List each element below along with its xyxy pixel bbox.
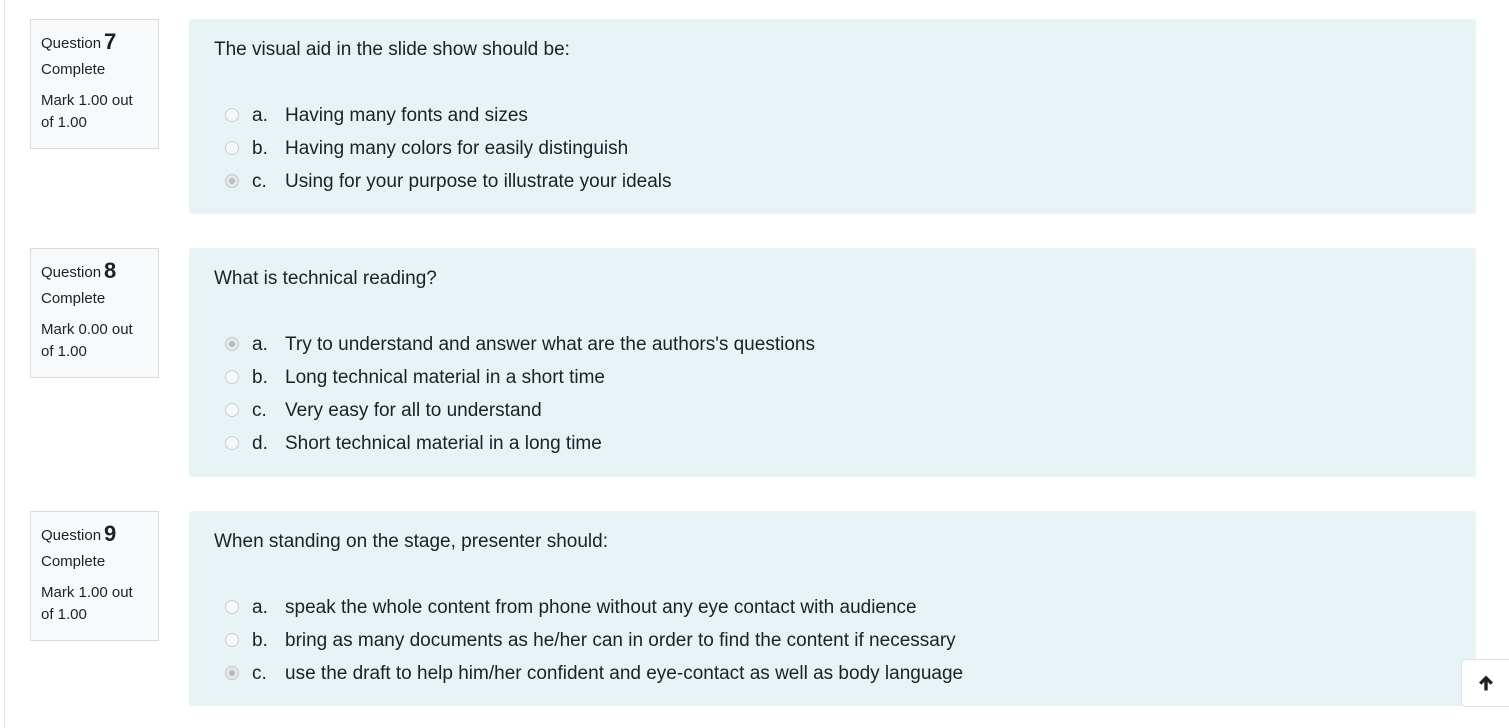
answer-letter: b.	[252, 630, 268, 651]
radio-button[interactable]	[225, 370, 239, 384]
answer-option[interactable]: d. Short technical material in a long ti…	[214, 427, 1451, 460]
answer-text: Using for your purpose to illustrate you…	[285, 171, 672, 192]
radio-button[interactable]	[225, 108, 239, 122]
question-state: Complete	[41, 290, 106, 307]
answer-option[interactable]: c. use the draft to help him/her confide…	[214, 657, 1451, 690]
answer-option[interactable]: b. Long technical material in a short ti…	[214, 361, 1451, 394]
question-number-value: 7	[104, 29, 117, 54]
answer-letter: c.	[252, 171, 267, 192]
question-number: Question 7	[41, 28, 148, 56]
question-grade: Mark 1.00 out of 1.00	[41, 584, 133, 623]
question-number-value: 8	[104, 258, 117, 283]
question-label: Question	[41, 264, 102, 281]
answer-letter: a.	[252, 105, 268, 126]
answer-text: Very easy for all to understand	[285, 400, 542, 421]
page-divider	[4, 0, 5, 728]
answer-letter: d.	[252, 433, 268, 454]
radio-button[interactable]	[225, 600, 239, 614]
question-content: When standing on the stage, presenter sh…	[189, 511, 1476, 706]
answer-letter: a.	[252, 597, 268, 618]
question-text: What is technical reading?	[214, 268, 437, 289]
radio-button[interactable]	[225, 633, 239, 647]
answer-text: Try to understand and answer what are th…	[285, 334, 815, 355]
answer-option[interactable]: b. bring as many documents as he/her can…	[214, 624, 1451, 657]
radio-button[interactable]	[225, 436, 239, 450]
question-state: Complete	[41, 553, 106, 570]
answer-option[interactable]: a. Try to understand and answer what are…	[214, 328, 1451, 361]
question-grade: Mark 0.00 out of 1.00	[41, 321, 133, 360]
radio-button[interactable]	[225, 141, 239, 155]
question-number: Question 9	[41, 520, 148, 548]
radio-button-selected[interactable]	[225, 337, 239, 351]
answer-text: Having many colors for easily distinguis…	[285, 138, 629, 159]
answer-option[interactable]: b. Having many colors for easily disting…	[214, 132, 1451, 165]
question-content: What is technical reading? a. Try to und…	[189, 248, 1476, 477]
question-content: The visual aid in the slide show should …	[189, 19, 1476, 214]
answer-letter: b.	[252, 138, 268, 159]
answer-option[interactable]: c. Using for your purpose to illustrate …	[214, 165, 1451, 198]
quiz-review-page: Question 7 Complete Mark 1.00 out of 1.00…	[0, 0, 1509, 728]
arrow-up-icon	[1477, 674, 1495, 692]
question-number-value: 9	[104, 521, 117, 546]
answer-option[interactable]: a. Having many fonts and sizes	[214, 99, 1451, 132]
question-info: Question 7 Complete Mark 1.00 out of 1.00	[30, 19, 159, 149]
question-state: Complete	[41, 61, 106, 78]
answer-list: a. Having many fonts and sizes b. Having…	[214, 99, 1451, 198]
answer-list: a. Try to understand and answer what are…	[214, 328, 1451, 460]
question-number: Question 8	[41, 257, 148, 285]
back-to-top-button[interactable]	[1461, 659, 1509, 707]
answer-letter: c.	[252, 400, 267, 421]
question-info: Question 9 Complete Mark 1.00 out of 1.00	[30, 511, 159, 641]
answer-list: a. speak the whole content from phone wi…	[214, 591, 1451, 690]
answer-option[interactable]: a. speak the whole content from phone wi…	[214, 591, 1451, 624]
answer-letter: c.	[252, 663, 267, 684]
answer-text: use the draft to help him/her confident …	[285, 663, 964, 684]
radio-button[interactable]	[225, 403, 239, 417]
question-label: Question	[41, 527, 102, 544]
answer-letter: b.	[252, 367, 268, 388]
question-label: Question	[41, 35, 102, 52]
answer-text: speak the whole content from phone witho…	[285, 597, 917, 618]
question-text: When standing on the stage, presenter sh…	[214, 531, 608, 552]
answer-text: bring as many documents as he/her can in…	[285, 630, 956, 651]
answer-letter: a.	[252, 334, 268, 355]
answer-text: Having many fonts and sizes	[285, 105, 528, 126]
radio-button-selected[interactable]	[225, 666, 239, 680]
answer-option[interactable]: c. Very easy for all to understand	[214, 394, 1451, 427]
question-text: The visual aid in the slide show should …	[214, 39, 570, 60]
answer-text: Long technical material in a short time	[285, 367, 605, 388]
question-info: Question 8 Complete Mark 0.00 out of 1.00	[30, 248, 159, 378]
question-grade: Mark 1.00 out of 1.00	[41, 92, 133, 131]
answer-text: Short technical material in a long time	[285, 433, 602, 454]
radio-button-selected[interactable]	[225, 174, 239, 188]
